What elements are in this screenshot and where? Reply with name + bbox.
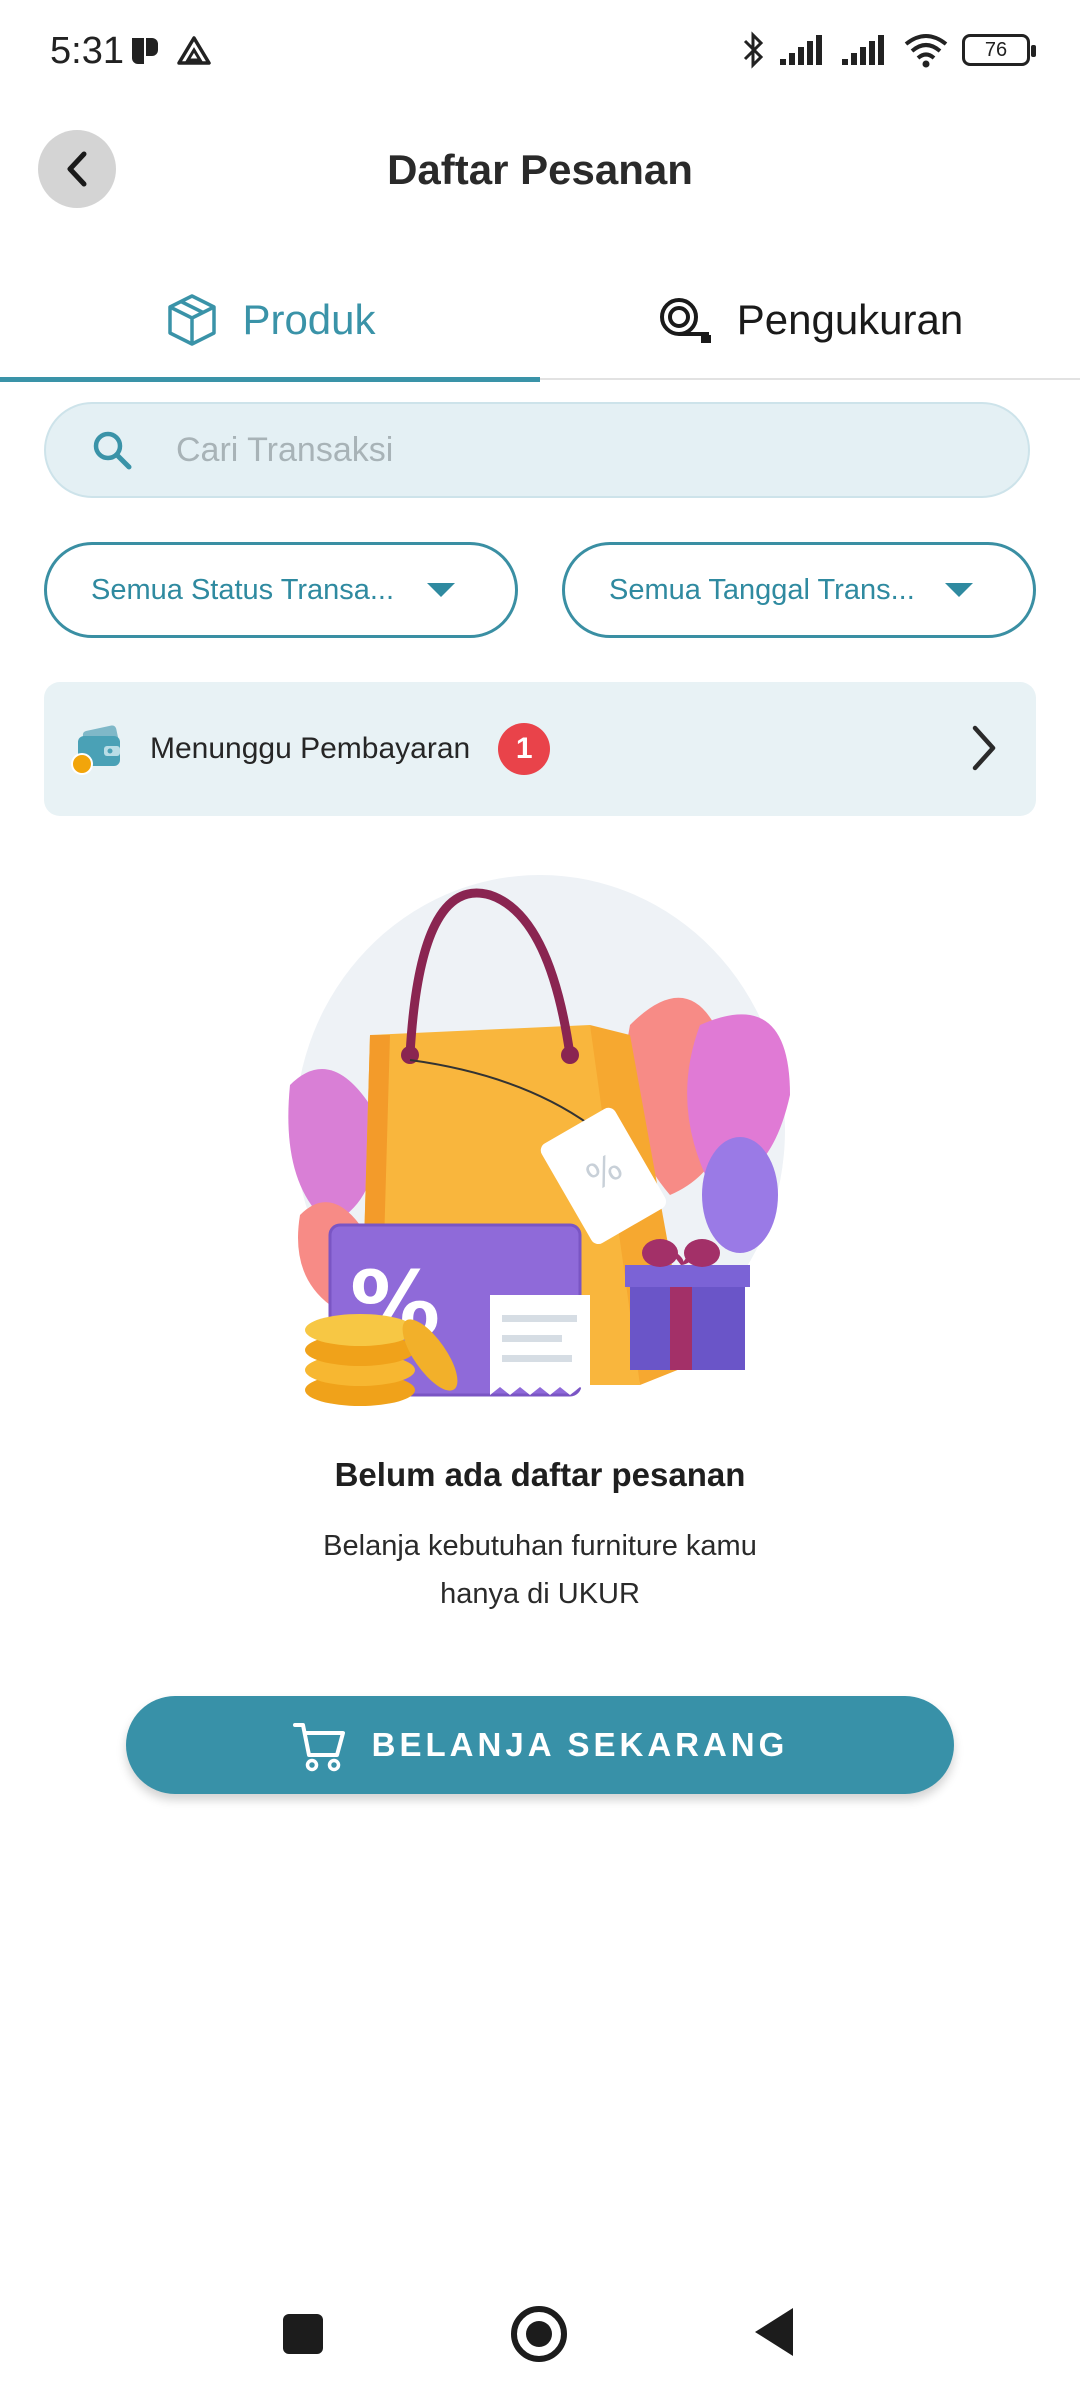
wallet-icon	[71, 725, 120, 775]
status-filter-label: Semua Status Transa...	[91, 573, 395, 606]
system-nav-bar	[0, 2280, 1080, 2400]
empty-state-description: Belanja kebutuhan furniture kamu hanya d…	[323, 1530, 757, 1610]
shopping-bag-illustration: % %	[288, 875, 790, 1406]
tab-bar: Produk Pengukuran	[0, 260, 1080, 382]
status-filter-dropdown[interactable]: Semua Status Transa...	[44, 542, 518, 638]
home-icon[interactable]	[511, 2306, 567, 2362]
measuring-tape-icon	[659, 298, 711, 343]
search-input[interactable]	[176, 430, 936, 470]
tab-pengukuran[interactable]: Pengukuran	[540, 260, 1080, 380]
bluetooth-icon	[743, 31, 764, 69]
status-right-icons: 76	[740, 30, 1036, 70]
status-time: 5:31	[50, 30, 124, 72]
shop-now-button[interactable]: BELANJA SEKARANG	[126, 1696, 954, 1794]
signal-icon-2	[842, 35, 884, 65]
caret-down-icon	[945, 583, 973, 597]
nav-back-icon[interactable]	[755, 2308, 793, 2356]
status-left-icons	[128, 34, 212, 68]
empty-state-title: Belum ada daftar pesanan	[334, 1456, 746, 1493]
date-filter-label: Semua Tanggal Trans...	[609, 573, 915, 606]
tab-pengukuran-label: Pengukuran	[736, 296, 964, 343]
box-icon	[168, 294, 217, 346]
search-icon	[93, 431, 132, 470]
chevron-right-icon	[972, 725, 996, 771]
waiting-payment-label: Menunggu Pembayaran	[150, 732, 471, 765]
battery-indicator: 76	[962, 34, 1036, 66]
app-header: Daftar Pesanan	[0, 120, 1080, 220]
date-filter-dropdown[interactable]: Semua Tanggal Trans...	[562, 542, 1036, 638]
waiting-payment-count-badge: 1	[498, 723, 551, 775]
wifi-icon	[904, 34, 948, 68]
recent-apps-icon[interactable]	[283, 2314, 323, 2354]
waiting-payment-card[interactable]: Menunggu Pembayaran 1	[44, 682, 1036, 816]
drive-icon	[177, 36, 211, 65]
caret-down-icon	[427, 583, 455, 597]
tab-produk-label: Produk	[242, 296, 376, 343]
shop-now-label: BELANJA SEKARANG	[371, 1726, 789, 1763]
status-bar: 5:31 76	[0, 0, 1080, 110]
cart-icon	[292, 1723, 345, 1772]
app-notification-icon	[132, 38, 158, 64]
page-title: Daftar Pesanan	[387, 146, 693, 193]
search-bar[interactable]	[44, 402, 1030, 498]
tab-produk[interactable]: Produk	[0, 260, 540, 382]
signal-icon	[780, 35, 822, 65]
